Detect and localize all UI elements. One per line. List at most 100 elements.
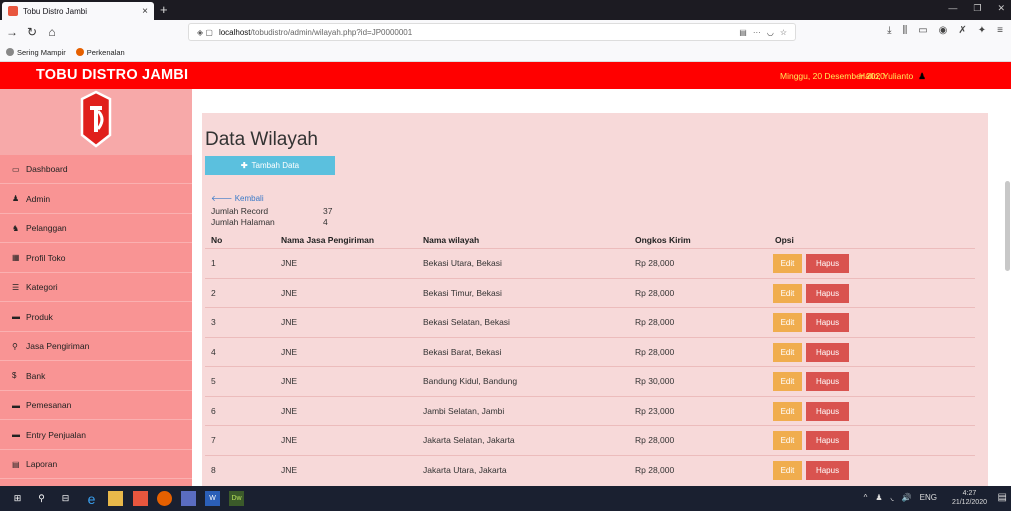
bookmark-item[interactable]: Perkenalan [75, 48, 125, 57]
edit-button[interactable]: Edit [773, 283, 802, 303]
cell-wilayah: Bekasi Barat, Bekasi [423, 346, 502, 357]
sidebar-item-bank[interactable]: $ Bank [0, 361, 192, 391]
cell-jasa: JNE [281, 435, 298, 445]
account-icon[interactable]: ◉ [939, 25, 948, 36]
pocket-icon[interactable]: ◡ [767, 28, 774, 37]
app-icon[interactable] [181, 491, 196, 506]
language-indicator[interactable]: ENG [920, 493, 937, 502]
new-tab-icon[interactable]: + [160, 2, 168, 18]
menu-icon[interactable]: ≡ [997, 25, 1003, 36]
delete-button[interactable]: Hapus [806, 401, 849, 421]
chevron-up-icon[interactable]: ^ [864, 493, 868, 502]
sidebar-item-jasa-pengiriman[interactable]: ⚲ Jasa Pengiriman [0, 332, 192, 361]
brand-title[interactable]: TOBU DISTRO JAMBI [36, 67, 188, 83]
edit-button[interactable]: Edit [773, 401, 802, 421]
column-header-no: No [211, 235, 223, 245]
sidebar-item-laporan[interactable]: ▤ Laporan [0, 450, 192, 479]
library-icon[interactable]: ⫼ [903, 25, 908, 36]
sidebar-item-dashboard[interactable]: ▭ Dashboard [0, 155, 192, 184]
user-icon: ♟ [12, 194, 20, 203]
address-bar[interactable]: ◈ ▢ localhost /tobudistro/admin/wilayah.… [188, 23, 796, 41]
bookmark-item[interactable]: Sering Mampir [6, 48, 66, 57]
delete-button[interactable]: Hapus [806, 342, 849, 362]
extension-icon[interactable]: ✗ [958, 25, 966, 36]
file-explorer-icon[interactable] [108, 491, 123, 506]
edit-button[interactable]: Edit [773, 342, 802, 362]
windows-taskbar: ⊞ ⚲ ⊟ e W Dw ^ ♟ ◟ 🔊 ENG 4:27 21/12/2020… [0, 486, 1011, 511]
xampp-icon[interactable] [133, 491, 148, 506]
reload-icon[interactable]: ↻ [24, 24, 40, 40]
edit-button[interactable]: Edit [773, 313, 802, 332]
home-icon[interactable]: ⌂ [44, 24, 60, 40]
sidebar-item-kategori[interactable]: ☰ Kategori [0, 273, 192, 302]
delete-button[interactable]: Hapus [806, 313, 849, 332]
shield-icon: ◈ ▢ [197, 27, 213, 37]
url-host: localhost [218, 27, 251, 37]
delete-button[interactable]: Hapus [806, 460, 849, 480]
browser-tab[interactable]: Tobu Distro Jambi × [2, 2, 154, 20]
edit-button[interactable]: Edit [773, 460, 802, 480]
network-icon[interactable]: ◟ [891, 493, 894, 502]
edge-icon[interactable]: e [84, 491, 99, 507]
edit-button[interactable]: Edit [773, 254, 802, 273]
delete-button[interactable]: Hapus [806, 283, 849, 303]
notification-icon[interactable]: ▤ [998, 492, 1007, 503]
cell-jasa: JNE [281, 258, 298, 268]
user-icon: ♟ [918, 71, 926, 81]
sidebar-item-pemesanan[interactable]: ▬ Pemesanan [0, 391, 192, 420]
user-greeting[interactable]: Hallo, Yulianto ♟ [859, 71, 926, 82]
cell-jasa: JNE [281, 346, 298, 357]
app-header: TOBU DISTRO JAMBI Minggu, 20 Desember 20… [0, 62, 1011, 89]
main-content: Data Wilayah ✚ Tambah Data 🡐 Kembali Juml… [192, 89, 1011, 493]
folder-icon: ▬ [12, 312, 20, 321]
sidebar-item-label: Kategori [26, 282, 58, 292]
sidebar-item-entry-penjualan[interactable]: ▬ Entry Penjualan [0, 420, 192, 450]
delete-button[interactable]: Hapus [806, 372, 849, 391]
bookmark-star-icon[interactable]: ☆ [780, 28, 787, 37]
edit-button[interactable]: Edit [773, 372, 802, 391]
table-row: 5 JNE Bandung Kidul, Bandung Rp 30,000 Edit H… [205, 366, 975, 395]
page-actions-icon[interactable]: ··· [753, 28, 761, 37]
tab-title: Tobu Distro Jambi [23, 6, 88, 16]
minimize-icon[interactable]: — [948, 3, 957, 14]
firefox-icon[interactable] [157, 491, 172, 506]
cell-jasa: JNE [281, 287, 298, 298]
sidebar-item-pelanggan[interactable]: ♞ Pelanggan [0, 214, 192, 243]
clock[interactable]: 4:27 21/12/2020 [952, 489, 987, 507]
task-view-icon[interactable]: ⊟ [58, 491, 73, 506]
delete-button[interactable]: Hapus [806, 431, 849, 450]
sidebar-item-profil-toko[interactable]: ▦ Profil Toko [0, 243, 192, 273]
back-link[interactable]: 🡐 Kembali [211, 193, 264, 203]
plus-icon: ✚ [240, 161, 248, 170]
sidebar-toggle-icon[interactable]: ▭ [918, 25, 927, 36]
page-count-label: Jumlah Halaman [211, 217, 275, 227]
table-row: 8 JNE Jakarta Utara, Jakarta Rp 28,000 Edit H… [205, 454, 975, 484]
windows-start-icon[interactable]: ⊞ [10, 491, 25, 506]
column-header-jasa: Nama Jasa Pengiriman [281, 235, 375, 245]
delete-button[interactable]: Hapus [806, 254, 849, 273]
close-window-icon[interactable]: ✕ [997, 3, 1005, 14]
cell-jasa: JNE [281, 405, 298, 416]
forward-icon[interactable]: → [4, 24, 20, 40]
sidebar-item-admin[interactable]: ♟ Admin [0, 184, 192, 214]
reader-view-icon[interactable]: ▤ [739, 28, 747, 37]
card-icon: ▬ [12, 430, 20, 439]
sidebar-item-produk[interactable]: ▬ Produk [0, 302, 192, 332]
restore-icon[interactable]: ❐ [973, 3, 981, 14]
dreamweaver-icon[interactable]: Dw [229, 491, 244, 506]
download-icon[interactable]: ⤓ [887, 25, 891, 36]
edit-button[interactable]: Edit [773, 431, 802, 450]
add-data-button[interactable]: ✚ Tambah Data [205, 156, 335, 175]
cell-no: 8 [211, 464, 216, 475]
extension2-icon[interactable]: ✦ [978, 25, 986, 36]
logo [0, 89, 192, 155]
volume-icon[interactable]: 🔊 [902, 493, 912, 502]
search-icon[interactable]: ⚲ [34, 491, 49, 506]
tab-close-icon[interactable]: × [142, 6, 148, 17]
user-tray-icon[interactable]: ♟ [875, 493, 882, 502]
browser-tab-bar: Tobu Distro Jambi × + — ❐ ✕ [0, 0, 1011, 20]
scrollbar[interactable] [1005, 181, 1010, 271]
record-count-label: Jumlah Record [211, 206, 269, 216]
clock-time: 4:27 [962, 490, 977, 497]
word-icon[interactable]: W [205, 491, 220, 506]
